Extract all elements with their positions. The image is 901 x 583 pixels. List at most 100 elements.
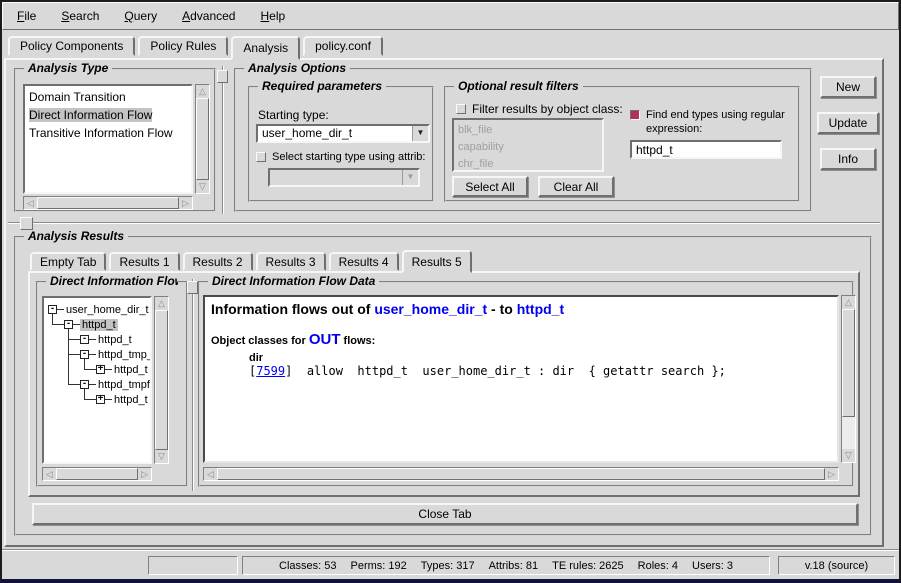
scroll-left-icon[interactable]: ◁ (24, 197, 37, 209)
horizontal-scrollbar[interactable]: ◁ ▷ (23, 196, 193, 210)
tree-node-label[interactable]: httpd_t (96, 334, 134, 346)
tree-node[interactable]: + httpd_t (96, 362, 150, 377)
scrollbar-thumb[interactable] (196, 98, 209, 180)
scroll-right-icon[interactable]: ▷ (825, 468, 838, 480)
menu-advanced[interactable]: Advanced (178, 7, 239, 25)
tree-node-label[interactable]: user_home_dir_t (64, 304, 151, 316)
tab-policy-rules[interactable]: Policy Rules (138, 36, 228, 56)
new-button[interactable]: New (820, 76, 876, 98)
scroll-down-icon[interactable]: ▽ (196, 180, 209, 193)
flow-data-group: Direct Information Flow Data Information… (198, 281, 854, 487)
list-item: blk_file (454, 122, 602, 139)
regex-checkbox-checked[interactable] (630, 110, 640, 120)
stat-te-rules: TE rules: 2625 (552, 560, 624, 572)
tree-node-label[interactable]: httpd_t (80, 319, 118, 331)
scroll-right-icon[interactable]: ▷ (179, 197, 192, 209)
horizontal-scrollbar[interactable]: ◁ ▷ (203, 467, 839, 481)
collapse-icon[interactable]: - (48, 305, 57, 314)
tree-node-selected[interactable]: -httpd_t (64, 317, 118, 332)
info-button[interactable]: Info (820, 148, 876, 170)
statusbar-divider (0, 549, 901, 551)
clear-all-button[interactable]: Clear All (538, 176, 614, 197)
tree-connector (68, 354, 80, 355)
scroll-down-icon[interactable]: ▽ (842, 449, 855, 462)
rule-number-link[interactable]: 7599 (256, 364, 285, 378)
tab-results-3[interactable]: Results 3 (256, 252, 326, 271)
analysis-options-group: Analysis Options Required parameters Sta… (234, 68, 812, 212)
collapse-icon[interactable]: - (80, 350, 89, 359)
tab-results-5[interactable]: Results 5 (402, 250, 472, 273)
pane-sash-handle[interactable] (217, 70, 228, 83)
list-item[interactable]: Transitive Information Flow (25, 124, 191, 142)
scroll-left-icon[interactable]: ◁ (43, 468, 56, 480)
tab-results-1[interactable]: Results 1 (109, 252, 179, 271)
tab-empty-tab[interactable]: Empty Tab (30, 252, 106, 271)
regex-checkbox-label: Find end types using regular expression: (646, 108, 785, 136)
starting-type-combobox[interactable]: user_home_dir_t ▼ (256, 124, 430, 143)
attrib-checkbox[interactable] (256, 152, 266, 162)
scrollbar-thumb[interactable] (37, 197, 179, 209)
flow-tree: -user_home_dir_t -httpd_t -httpd_t -http… (42, 296, 152, 464)
attrib-checkbox-label: Select starting type using attrib: (272, 150, 425, 164)
tab-results-2[interactable]: Results 2 (183, 252, 253, 271)
tree-node-label[interactable]: httpd_tmp_t (96, 349, 152, 361)
scrollbar-thumb[interactable] (56, 468, 138, 480)
collapse-icon[interactable]: - (80, 380, 89, 389)
close-tab-button[interactable]: Close Tab (32, 503, 858, 525)
tree-data-sash-handle[interactable] (187, 281, 198, 294)
expand-icon[interactable]: + (96, 365, 105, 374)
collapse-icon[interactable]: - (80, 335, 89, 344)
scrollbar-thumb[interactable] (217, 468, 825, 480)
menu-file[interactable]: File (13, 7, 40, 25)
filter-checkbox-row[interactable]: Filter results by object class: (456, 102, 623, 116)
scroll-up-icon[interactable]: △ (155, 297, 168, 310)
scroll-down-icon[interactable]: ▽ (155, 450, 168, 463)
stat-users: Users: 3 (692, 560, 733, 572)
attrib-checkbox-row[interactable]: Select starting type using attrib: (256, 150, 425, 164)
tab-policy-conf[interactable]: policy.conf (303, 36, 383, 56)
scrollbar-thumb[interactable] (842, 309, 855, 417)
list-item-selected[interactable]: Direct Information Flow (25, 106, 191, 124)
regex-input[interactable] (630, 140, 782, 159)
tree-node[interactable]: -httpd_t (80, 332, 134, 347)
tab-analysis[interactable]: Analysis (231, 36, 300, 60)
scrollbar-thumb[interactable] (155, 310, 168, 450)
tree-node[interactable]: -httpd_tmp_t (80, 347, 152, 362)
tree-connector (84, 369, 96, 370)
tree-node-label[interactable]: httpd_tmpfs_t (96, 379, 152, 391)
list-item[interactable]: Domain Transition (25, 88, 191, 106)
scroll-left-icon[interactable]: ◁ (204, 468, 217, 480)
menu-query[interactable]: Query (120, 7, 161, 25)
collapse-icon[interactable]: - (64, 320, 73, 329)
results-sash-line (8, 222, 880, 224)
main-tab-bar: Policy Components Policy Rules Analysis … (8, 34, 386, 58)
update-button[interactable]: Update (817, 112, 879, 134)
tab-results-4[interactable]: Results 4 (329, 252, 399, 271)
scroll-right-icon[interactable]: ▷ (138, 468, 151, 480)
vertical-scrollbar[interactable]: △ ▽ (841, 295, 856, 463)
flow-tree-group: Direct Information Flow Tree -u (36, 281, 188, 487)
vertical-scrollbar[interactable]: △ ▽ (154, 296, 169, 464)
tab-policy-components[interactable]: Policy Components (8, 36, 135, 56)
menu-search[interactable]: Search (57, 7, 103, 25)
expand-icon[interactable]: + (96, 395, 105, 404)
tree-node[interactable]: -user_home_dir_t (48, 302, 151, 317)
filter-object-class-checkbox[interactable] (456, 104, 466, 114)
scroll-up-icon[interactable]: △ (196, 85, 209, 98)
statusbar-stats: Classes: 53 Perms: 192 Types: 317 Attrib… (242, 556, 770, 575)
regex-checkbox-row[interactable]: Find end types using regular expression: (630, 108, 785, 136)
select-all-button[interactable]: Select All (452, 176, 528, 197)
flow-data-text[interactable]: Information flows out of user_home_dir_t… (203, 295, 839, 463)
object-class-name: dir (249, 352, 831, 364)
dropdown-arrow-icon[interactable]: ▼ (412, 126, 428, 141)
menu-help[interactable]: Help (256, 7, 289, 25)
results-sash-handle[interactable] (20, 217, 33, 230)
horizontal-scrollbar[interactable]: ◁ ▷ (42, 467, 152, 481)
tree-node[interactable]: + httpd_t (96, 392, 150, 407)
tree-node-label[interactable]: httpd_t (112, 364, 150, 376)
vertical-scrollbar[interactable]: △ ▽ (195, 84, 210, 194)
scroll-up-icon[interactable]: △ (842, 296, 855, 309)
starting-type-label: Starting type: (258, 108, 329, 122)
tree-node-label[interactable]: httpd_t (112, 394, 150, 406)
tree-node[interactable]: -httpd_tmpfs_t (80, 377, 152, 392)
